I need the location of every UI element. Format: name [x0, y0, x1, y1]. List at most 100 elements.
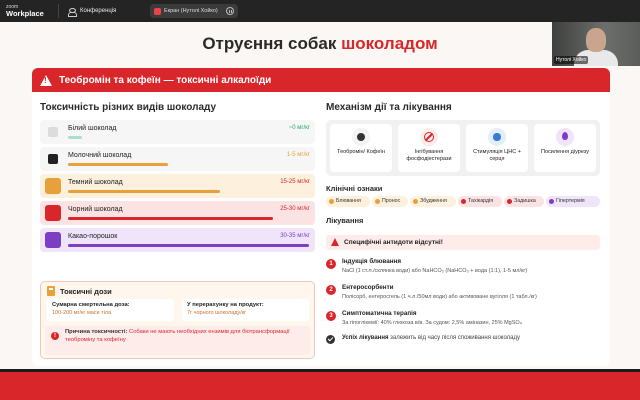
step-description: Полісорб, ентеросгель (1 ч.л./50мл води)…: [342, 294, 537, 300]
white-chocolate-icon: [48, 127, 58, 137]
chocolate-row: Какао-порошок 30-35 мг/кг: [40, 228, 315, 252]
toxicity-bar: [68, 217, 273, 220]
participant-name: Нутолі Хойко: [554, 56, 589, 64]
warning-icon: [331, 238, 339, 246]
symptom-label: Пронос: [382, 198, 401, 204]
clinical-tags: Блювання Пронос Збудження Тахікардія Зад…: [326, 196, 606, 208]
treatment-heading: Лікування: [326, 216, 364, 225]
pause-icon[interactable]: [226, 7, 234, 15]
toxicity-bar: [68, 190, 220, 193]
chocolate-name: Чорний шоколад: [68, 206, 123, 213]
chocolate-dose: ~0 мг/кг: [288, 125, 310, 131]
chocolate-name: Молочний шоколад: [68, 152, 132, 159]
symptom-tag: Задишка: [504, 196, 544, 207]
milk-chocolate-icon: [48, 154, 58, 164]
toxicity-cause: ! Причина токсичності: Собаки не мають н…: [45, 326, 310, 355]
vomit-icon: [329, 199, 334, 204]
chocolate-dose: 25-30 мг/кг: [280, 206, 310, 212]
treatment-step: 3 Симптоматична терапія За гіпоглікемії:…: [326, 309, 606, 331]
chocolate-name: Какао-порошок: [68, 233, 118, 240]
banner-text: Теобромін та кофеїн — токсичні алкалоїди: [59, 74, 272, 86]
participant-video-tile[interactable]: Нутолі Хойко: [552, 22, 640, 66]
symptom-label: Тахікардія: [468, 198, 494, 204]
drop-icon: [556, 128, 574, 146]
chocolate-dose: 15-25 мг/кг: [280, 179, 310, 185]
step-number: 1: [326, 259, 336, 269]
success-label: Успіх лікування: [342, 335, 389, 341]
lightning-icon: [413, 199, 418, 204]
step-title: Ентеросорбенти: [342, 284, 394, 291]
lungs-icon: [507, 199, 512, 204]
cocoa-powder-icon: [45, 232, 61, 248]
share-indicator-icon: [154, 7, 161, 15]
symptom-label: Гіпертермія: [556, 198, 585, 204]
mechanism-card: Теобромін/ Кофеїн: [330, 124, 392, 172]
mechanism-label: Теобромін/ Кофеїн: [337, 149, 385, 155]
participant-head: [586, 28, 606, 52]
lethal-dose-box: Сумарна смертельна доза: 100-200 мг/кг м…: [47, 299, 174, 321]
product-dose-box: У перерахунку на продукт: 7г чорного шок…: [182, 299, 309, 321]
clinical-signs-heading: Клінічні ознаки: [326, 184, 383, 193]
symptom-label: Задишка: [514, 198, 536, 204]
toxic-doses-heading: Токсичні дози: [60, 286, 112, 296]
zoom-logo: zoom Workplace: [6, 4, 50, 18]
zoom-logo-bottom: Workplace: [6, 8, 44, 18]
toxicity-bar: [68, 244, 309, 247]
lethal-dose-label: Сумарна смертельна доза:: [52, 302, 130, 308]
mechanism-card: Стимуляція ЦНС + серця: [466, 124, 528, 172]
lethal-dose-value: 100-200 мг/кг маси тіла: [52, 310, 112, 316]
symptom-label: Збудження: [420, 198, 447, 204]
symptom-tag: Блювання: [326, 196, 370, 207]
step-description: За гіпоглікемії: 40% глюкоза в/в. За суд…: [342, 320, 522, 326]
dark-chocolate-icon: [45, 178, 61, 194]
product-dose-value: 7г чорного шоколаду/кг: [187, 310, 247, 316]
mechanism-panel: Теобромін/ Кофеїн Інгібування фосфодіест…: [326, 120, 600, 176]
mechanism-label: Інгібування фосфодіестерази: [406, 149, 452, 162]
step-number: 3: [326, 311, 336, 321]
symptom-tag: Пронос: [372, 196, 408, 207]
slide-content: Токсичність різних видів шоколаду Білий …: [32, 92, 610, 366]
mechanism-label: Стимуляція ЦНС + серця: [473, 149, 521, 162]
mechanism-label: Посилення діурезу: [540, 149, 589, 155]
thermometer-icon: [549, 199, 554, 204]
black-chocolate-icon: [45, 205, 61, 221]
zoom-toolbar: zoom Workplace Конференція Екран (Нутолі…: [0, 0, 640, 22]
chocolate-dose: 30-35 мг/кг: [280, 233, 310, 239]
no-antidote-text: Специфічні антидоти відсутні!: [344, 239, 443, 246]
success-text: залежить від часу після споживання шокол…: [390, 335, 521, 341]
product-dose-label: У перерахунку на продукт:: [187, 302, 264, 308]
treatment-success-note: Успіх лікування залежить від часу після …: [326, 334, 606, 346]
chocolate-row: Білий шоколад ~0 мг/кг: [40, 120, 315, 144]
participants-icon: [67, 7, 77, 17]
toolbar-divider: [58, 4, 59, 18]
step-title: Симптоматична терапія: [342, 310, 417, 317]
slide-title: Отруєння собак шоколадом: [0, 34, 640, 54]
ban-icon: [420, 128, 438, 146]
cookie-icon: [352, 128, 370, 146]
conference-button[interactable]: Конференція: [67, 7, 116, 17]
chocolate-row: Темний шоколад 15-25 мг/кг: [40, 174, 315, 198]
warning-icon: [40, 74, 52, 86]
diarrhea-icon: [375, 199, 380, 204]
title-main: Отруєння собак: [202, 34, 337, 53]
calculator-icon: [47, 286, 55, 296]
treatment-step: 1 Індукція блювання NaCl (1 ст.л./склянк…: [326, 257, 606, 279]
toxicity-bar: [68, 136, 82, 139]
chocolate-row: Чорний шоколад 25-30 мг/кг: [40, 201, 315, 225]
toxic-doses-header: Токсичні дози: [47, 286, 112, 296]
step-description: NaCl (1 ст.л./склянка води) або NaHCO₃ (…: [342, 268, 528, 274]
step-title: Індукція блювання: [342, 258, 402, 265]
chocolate-name: Білий шоколад: [68, 125, 117, 132]
symptom-tag: Тахікардія: [458, 196, 502, 207]
symptom-label: Блювання: [336, 198, 361, 204]
mechanism-card: Інгібування фосфодіестерази: [398, 124, 460, 172]
treatment-step: 2 Ентеросорбенти Полісорб, ентеросгель (…: [326, 283, 606, 305]
alert-banner: Теобромін та кофеїн — токсичні алкалоїди: [32, 68, 610, 92]
check-icon: [326, 335, 335, 344]
brain-icon: [488, 128, 506, 146]
screen-share-pill[interactable]: Екран (Нутолі Хойко): [150, 4, 238, 18]
symptom-tag: Гіпертермія: [546, 196, 600, 207]
title-accent: шоколадом: [341, 34, 438, 53]
chocolate-toxicity-heading: Токсичність різних видів шоколаду: [40, 102, 217, 113]
chocolate-name: Темний шоколад: [68, 179, 123, 186]
